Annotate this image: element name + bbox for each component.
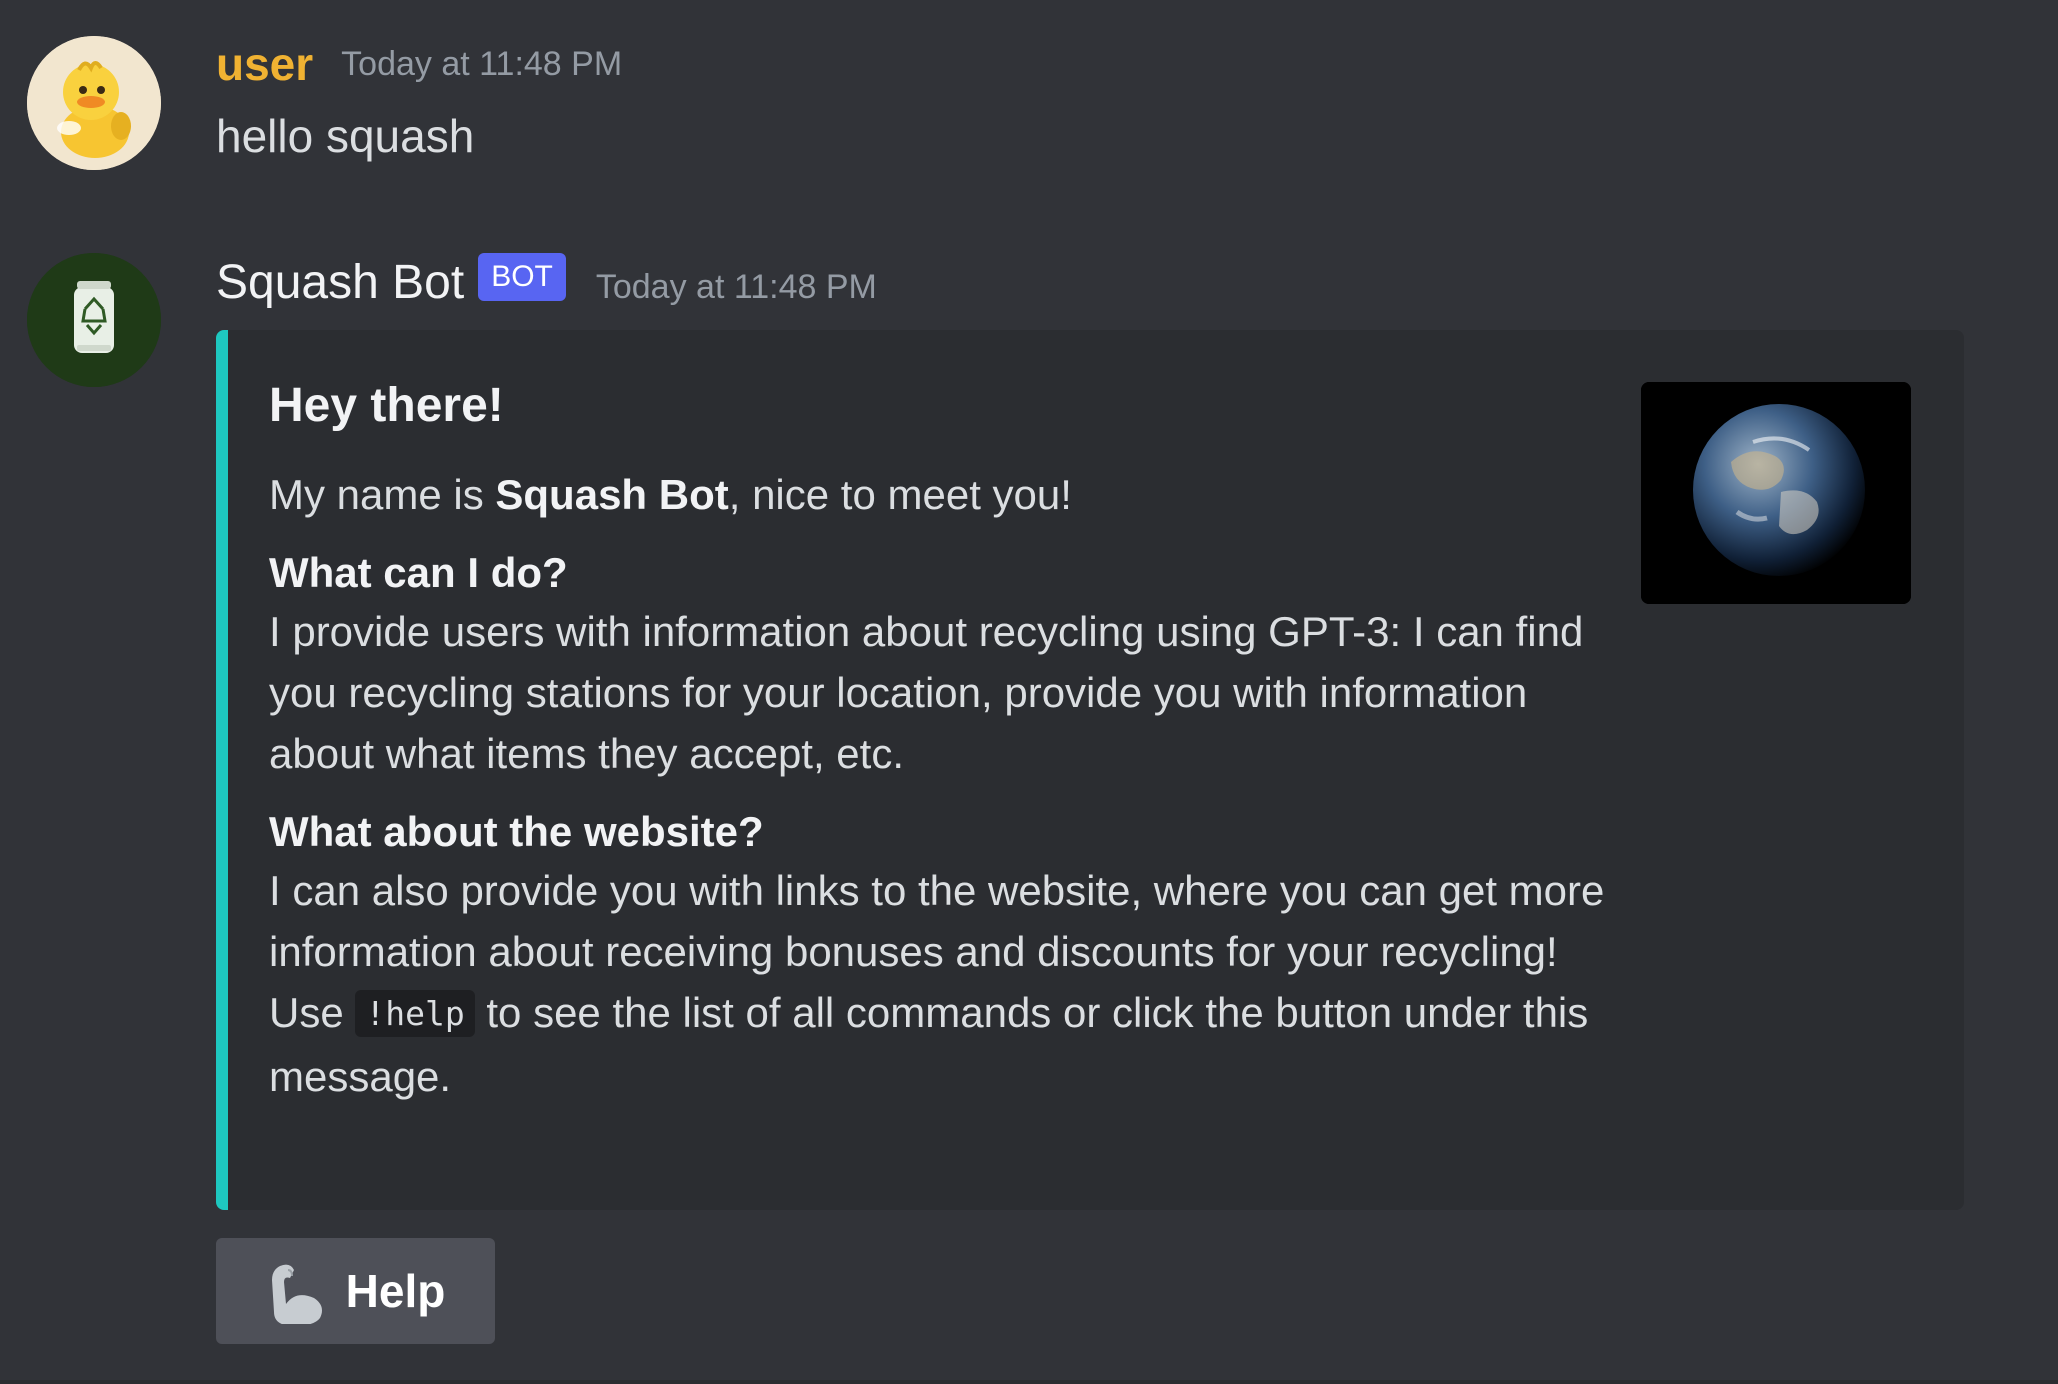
user-avatar[interactable] [27,36,161,170]
bottom-edge [0,1380,2058,1384]
message-timestamp: Today at 11:48 PM [595,268,877,306]
embed-section-heading: What can I do? [269,549,568,596]
bot-avatar[interactable] [27,253,161,387]
embed-intro: My name is Squash Bot, nice to meet you! [269,464,1609,525]
username[interactable]: Squash Bot [216,253,464,313]
embed-section-text: I provide users with information about r… [269,608,1584,777]
username[interactable]: user [216,34,313,94]
embed-accent-bar [216,330,228,1210]
message-header: user Today at 11:48 PM [216,34,622,94]
inline-code: !help [355,990,475,1037]
embed-intro-bold: Squash Bot [495,471,729,518]
embed-thumbnail[interactable] [1641,382,1911,604]
message-content: hello squash [216,110,475,162]
message-header: Squash Bot BOT Today at 11:48 PM [216,252,877,314]
embed-section-heading: What about the website? [269,808,764,855]
message-timestamp: Today at 11:48 PM [341,45,623,83]
earth-icon [1641,382,1911,604]
embed-intro-suffix: , nice to meet you! [728,471,1072,518]
message-embed: Hey there! My name is Squash Bot, nice t… [216,330,1964,1210]
chat-view: user Today at 11:48 PM hello squash Squa… [0,0,2058,1384]
embed-title: Hey there! [269,379,504,432]
embed-body: Hey there! My name is Squash Bot, nice t… [269,378,1609,1127]
embed-intro-prefix: My name is [269,471,496,518]
bot-tag-badge: BOT [478,253,566,301]
help-button[interactable]: Help [216,1238,495,1344]
duck-avatar-icon [27,36,161,170]
recycle-can-avatar-icon [27,253,161,387]
flexed-biceps-icon [266,1258,332,1324]
embed-section-text: I can also provide you with links to the… [269,860,1609,1107]
help-button-label: Help [345,1265,446,1317]
